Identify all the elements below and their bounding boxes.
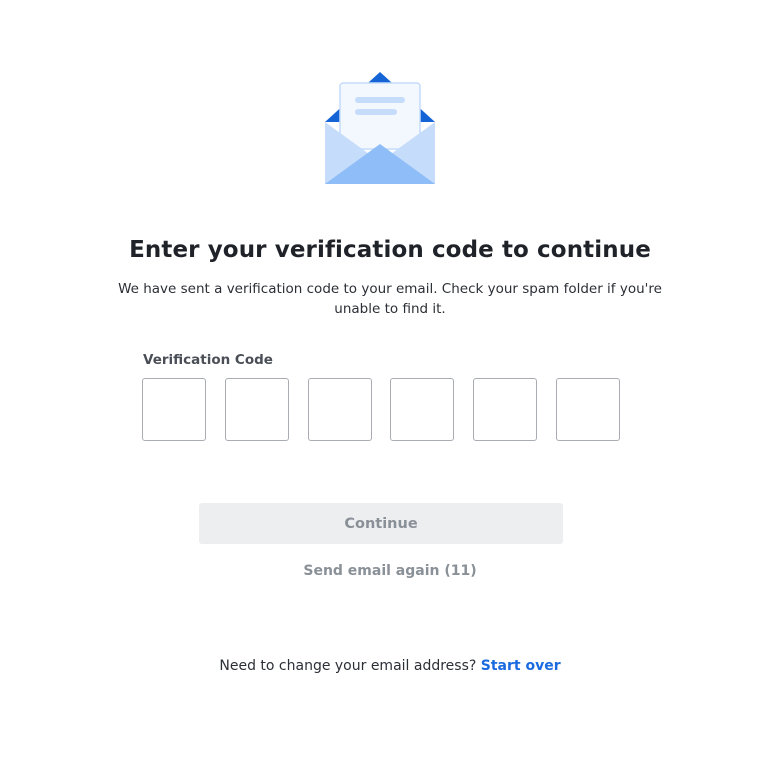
code-digit-2[interactable] <box>224 378 289 441</box>
code-digit-4[interactable] <box>390 378 455 441</box>
resend-email-link[interactable]: Send email again (11) <box>0 563 780 579</box>
open-envelope-icon <box>325 72 435 184</box>
start-over-link[interactable]: Start over <box>481 658 561 674</box>
change-email-footer: Need to change your email address? Start… <box>0 658 780 674</box>
continue-button[interactable]: Continue <box>199 503 563 544</box>
verification-code-label: Verification Code <box>143 352 273 368</box>
page-title: Enter your verification code to continue <box>129 237 651 263</box>
code-digit-3[interactable] <box>307 378 372 441</box>
page-subtitle: We have sent a verification code to your… <box>118 281 662 317</box>
verification-code-inputs <box>142 378 620 443</box>
verification-page: Enter your verification code to continue… <box>0 0 780 773</box>
code-digit-5[interactable] <box>473 378 538 441</box>
code-digit-6[interactable] <box>555 378 620 441</box>
change-email-prompt: Need to change your email address? <box>219 658 477 674</box>
code-digit-1[interactable] <box>142 378 206 441</box>
